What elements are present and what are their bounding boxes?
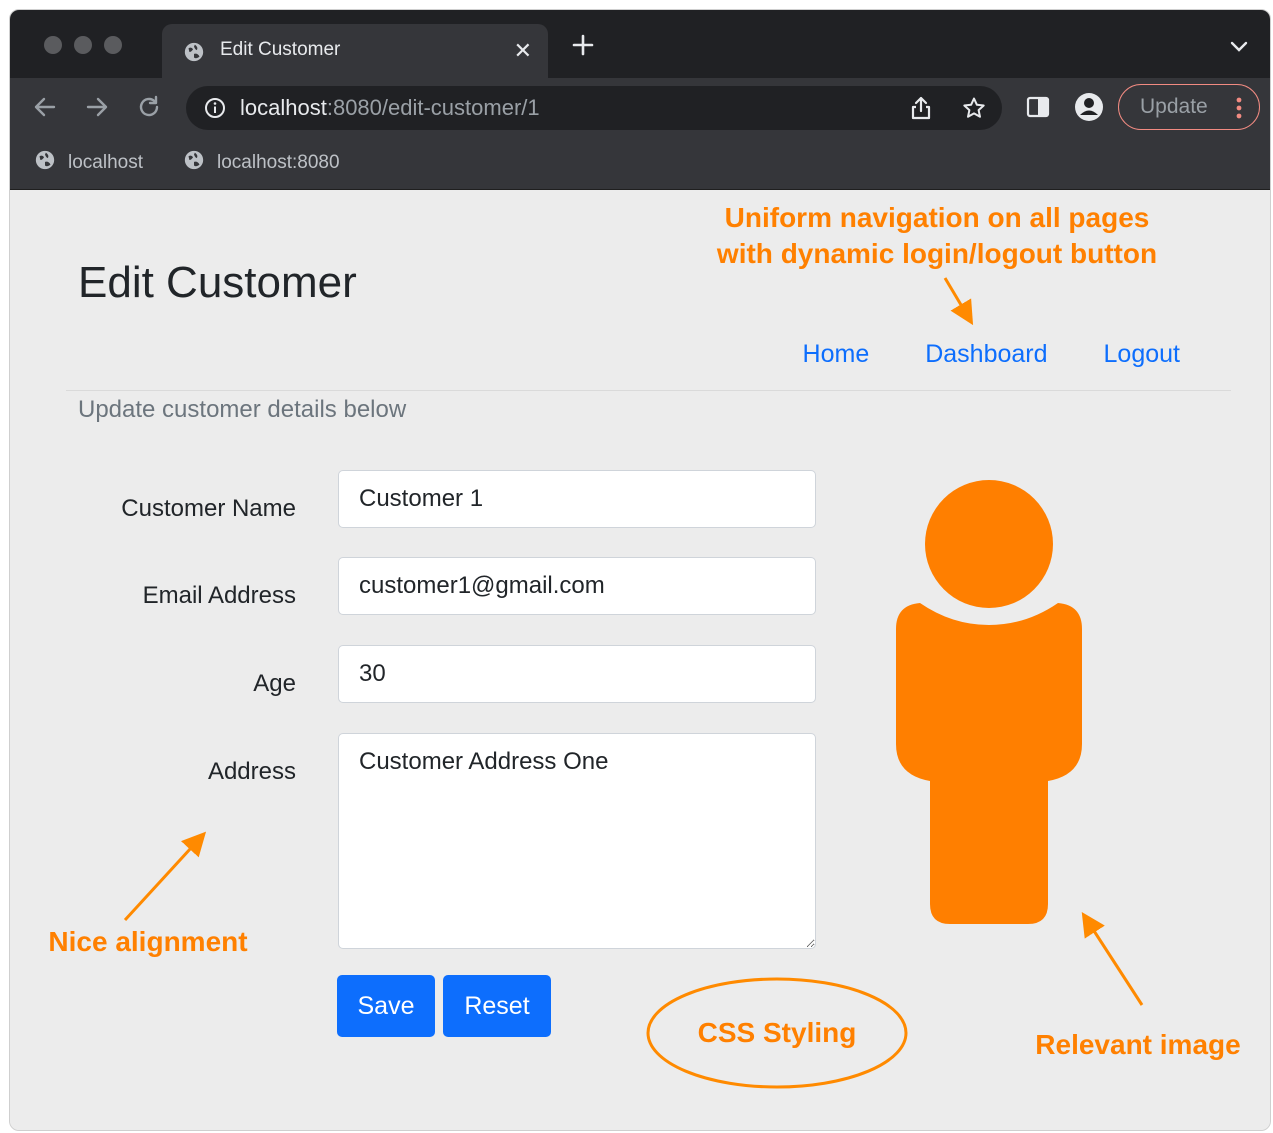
info-icon[interactable] [204,97,226,124]
save-button[interactable]: Save [337,975,435,1037]
tab-strip: Edit Customer ✕ [10,10,1270,78]
globe-icon [183,41,205,68]
chevron-down-icon[interactable] [1230,40,1248,58]
nav-dashboard-link[interactable]: Dashboard [925,340,1047,369]
nav-annotation: Uniform navigation on all pages with dyn… [716,202,1158,269]
profile-icon[interactable] [1074,92,1104,127]
star-icon[interactable] [962,96,986,125]
customer-name-input[interactable] [338,470,816,528]
nav-home-link[interactable]: Home [803,340,870,369]
image-annotation: Relevant image [1035,1029,1241,1060]
bookmarks-bar: localhost localhost:8080 [10,138,1270,190]
globe-icon [183,149,205,177]
email-label: Email Address [142,582,296,609]
reset-button[interactable]: Reset [443,975,551,1037]
window-controls [44,36,122,54]
bookmark-item[interactable]: localhost [34,149,143,177]
minimize-window-button[interactable] [74,36,92,54]
tab-title: Edit Customer [220,39,341,60]
close-icon[interactable]: ✕ [514,38,532,64]
bookmark-label: localhost:8080 [217,152,340,173]
side-panel-icon[interactable] [1026,96,1050,123]
active-tab[interactable]: Edit Customer ✕ [162,24,548,78]
browser-window: Edit Customer ✕ localhost:8080/edit-cust… [9,9,1271,1131]
css-annotation: CSS Styling [697,1017,857,1048]
url-host: localhost [240,95,327,120]
alignment-annotation: Nice alignment [48,926,248,957]
plus-icon[interactable] [572,34,594,61]
update-label: Update [1140,95,1208,118]
main-nav: Home Dashboard Logout [803,340,1180,369]
zoom-window-button[interactable] [104,36,122,54]
share-icon[interactable] [910,96,932,125]
person-icon [896,479,1082,929]
url-text[interactable]: localhost:8080/edit-customer/1 [240,95,540,121]
address-textarea[interactable]: Customer Address One [338,733,816,949]
update-button[interactable]: Update [1118,84,1260,130]
customer-name-label: Customer Name [121,495,296,522]
email-input[interactable] [338,557,816,615]
browser-toolbar: localhost:8080/edit-customer/1 Update [10,78,1270,138]
bookmark-label: localhost [68,152,143,173]
age-label: Age [253,670,296,697]
address-bar[interactable]: localhost:8080/edit-customer/1 [186,86,1002,130]
address-label: Address [207,758,296,785]
kebab-menu-icon[interactable] [1236,97,1242,124]
page-content: Edit Customer Home Dashboard Logout Upda… [10,190,1270,1130]
globe-icon [34,149,56,177]
reload-icon[interactable] [136,94,162,125]
page-subtitle: Update customer details below [78,396,407,423]
age-input[interactable] [338,645,816,703]
nav-logout-link[interactable]: Logout [1104,340,1180,369]
header-divider [66,390,1231,391]
url-path: :8080/edit-customer/1 [326,95,540,120]
forward-arrow-icon[interactable] [84,94,110,125]
bookmark-item[interactable]: localhost:8080 [183,149,340,177]
page-title: Edit Customer [78,258,357,307]
back-arrow-icon[interactable] [32,94,58,125]
close-window-button[interactable] [44,36,62,54]
